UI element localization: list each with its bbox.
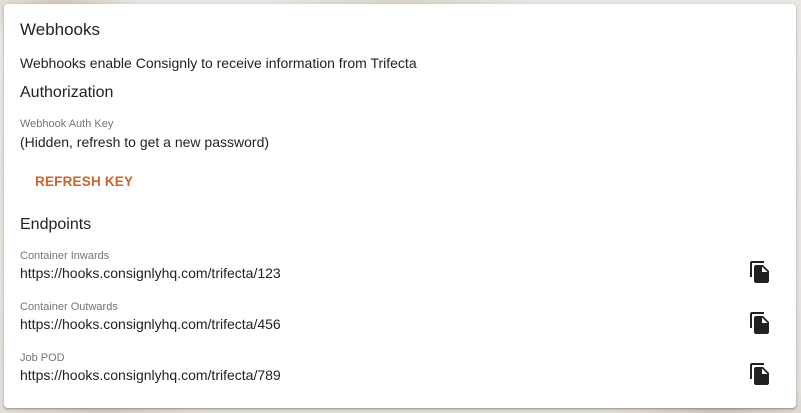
refresh-key-button[interactable]: REFRESH KEY <box>24 167 144 197</box>
copy-icon <box>750 312 769 334</box>
endpoint-label-container-inwards: Container Inwards <box>20 250 110 262</box>
copy-button-job-pod[interactable] <box>744 358 776 390</box>
endpoint-url-job-pod: https://hooks.consignlyhq.com/trifecta/7… <box>20 367 281 383</box>
endpoints-heading: Endpoints <box>20 216 92 233</box>
endpoint-label-container-outwards: Container Outwards <box>20 301 118 313</box>
webhooks-card: Webhooks Webhooks enable Consignly to re… <box>4 4 796 408</box>
endpoint-url-container-outwards: https://hooks.consignlyhq.com/trifecta/4… <box>20 316 281 332</box>
copy-icon <box>750 363 769 385</box>
webhooks-description: Webhooks enable Consignly to receive inf… <box>20 55 417 71</box>
authorization-heading: Authorization <box>20 84 114 101</box>
page-title: Webhooks <box>20 20 101 39</box>
copy-button-container-outwards[interactable] <box>744 307 776 339</box>
auth-key-value: (Hidden, refresh to get a new password) <box>20 134 270 150</box>
endpoint-label-job-pod: Job POD <box>20 352 65 364</box>
endpoint-url-container-inwards: https://hooks.consignlyhq.com/trifecta/1… <box>20 265 281 281</box>
auth-key-label: Webhook Auth Key <box>20 118 114 130</box>
copy-button-container-inwards[interactable] <box>744 256 776 288</box>
copy-icon <box>750 261 769 283</box>
